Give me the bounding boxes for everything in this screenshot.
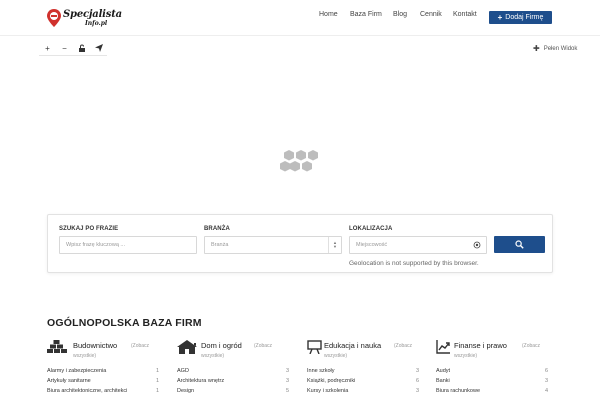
directory-title: OGÓLNOPOLSKA BAZA FIRM [47,317,202,329]
crosshair-icon[interactable] [473,241,481,249]
page: Specjalista Info.pl Home Baza Firm Blog … [0,0,600,400]
location-label: LOKALIZACJA [349,226,393,232]
map-controls: + − [39,41,107,56]
expand-icon: ✚ [533,44,540,53]
category-column: Finanse i prawo (Zobacz wszystkie) Audyt… [436,338,551,394]
see-all-link[interactable]: (Zobacz [254,343,272,349]
see-all-link[interactable]: (Zobacz [394,343,412,349]
subcategory-row[interactable]: Inne szkoły 3 [307,368,419,378]
nav-home[interactable]: Home [319,11,338,18]
subcategory-row[interactable]: Książki, podręczniki 6 [307,378,419,388]
subcategory-row[interactable]: Artykuły sanitarne 1 [47,378,159,388]
house-icon [177,340,197,354]
location-placeholder: Miejscowość [356,242,388,248]
zoom-out-icon[interactable]: − [56,41,73,56]
bricks-icon [47,340,67,353]
full-view-button[interactable]: ✚ Pełen Widok [533,44,577,53]
subcategory-row[interactable]: Design 5 [177,388,289,398]
search-button[interactable] [494,236,545,253]
subcategory-row[interactable]: Kursy i szkolenia 3 [307,388,419,398]
unlock-icon[interactable] [73,41,90,56]
search-panel: SZUKAJ PO FRAZIE Wpisz frazę kluczową ..… [47,214,553,273]
subcategory-row[interactable]: Biura rachunkowe 4 [436,388,548,398]
send-location-icon[interactable] [90,41,107,56]
see-all-link[interactable]: (Zobacz [131,343,149,349]
category-column: Budownictwo (Zobacz wszystkie) Alarmy i … [47,338,162,394]
category-name[interactable]: Dom i ogród [201,341,242,350]
nav-blog[interactable]: Blog [393,11,407,18]
full-view-label: Pełen Widok [543,45,578,52]
branch-label: BRANŻA [204,226,230,232]
see-all-link-cont[interactable]: wszystkie) [201,353,224,359]
add-company-label: Dodaj Firmę [505,14,544,21]
phrase-label: SZUKAJ PO FRAZIE [59,226,119,232]
nav-kontakt[interactable]: Kontakt [453,11,477,18]
location-input[interactable]: Miejscowość [349,236,487,254]
subcategory-row[interactable]: Biura architektoniczne, architekci 1 [47,388,159,398]
subcategory-row[interactable]: Alarmy i zabezpieczenia 1 [47,368,159,378]
phrase-input[interactable]: Wpisz frazę kluczową ... [59,236,197,254]
loading-hexagons-icon [279,148,323,178]
see-all-link-cont[interactable]: wszystkie) [324,353,347,359]
see-all-link-cont[interactable]: wszystkie) [454,353,477,359]
category-name[interactable]: Edukacja i nauka [324,341,381,350]
subcategory-row[interactable]: Architektura wnętrz 3 [177,378,289,388]
nav-cennik[interactable]: Cennik [420,11,442,18]
category-column: Dom i ogród (Zobacz wszystkie) AGD 3 Arc… [177,338,292,394]
top-header: Specjalista Info.pl Home Baza Firm Blog … [0,0,600,36]
subcategory-row[interactable]: AGD 3 [177,368,289,378]
category-name[interactable]: Finanse i prawo [454,341,507,350]
see-all-link[interactable]: (Zobacz [522,343,540,349]
subcategory-row[interactable]: Banki 3 [436,378,548,388]
category-name[interactable]: Budownictwo [73,341,117,350]
plus-icon: + [497,13,503,22]
select-arrows-icon: ▲ ▼ [328,237,341,253]
add-company-button[interactable]: + Dodaj Firmę [489,11,552,24]
chart-up-icon [436,340,450,354]
branch-select[interactable]: Branża ▲ ▼ [204,236,342,254]
see-all-link-cont[interactable]: wszystkie) [73,353,96,359]
zoom-in-icon[interactable]: + [39,41,56,56]
subcategory-row[interactable]: Audyt 6 [436,368,548,378]
branch-select-value: Branża [211,242,229,248]
category-column: Edukacja i nauka (Zobacz wszystkie) Inne… [307,338,422,394]
nav-baza-firm[interactable]: Baza Firm [350,11,382,18]
geolocation-message: Geolocation is not supported by this bro… [349,260,479,267]
search-icon [515,240,524,249]
